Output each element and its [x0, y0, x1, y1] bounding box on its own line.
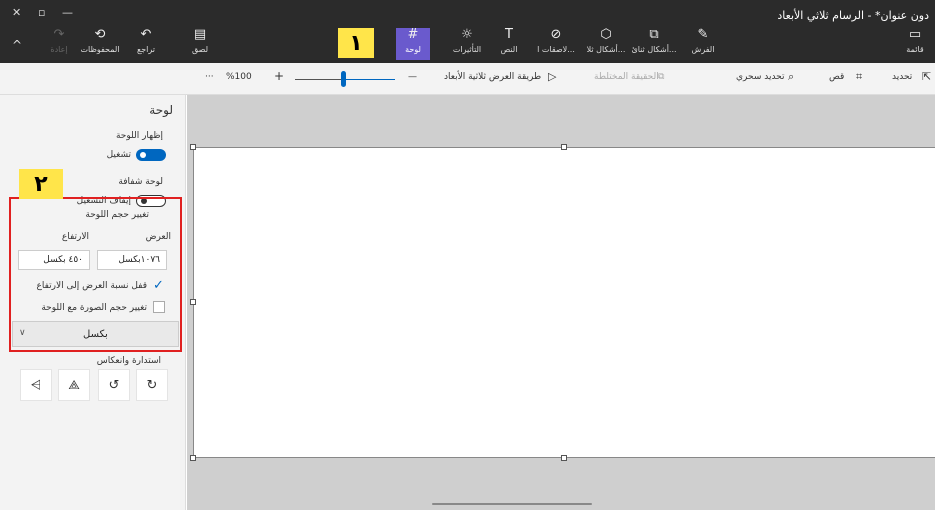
- paste-button[interactable]: ▤ لصق: [188, 28, 212, 60]
- annotation-badge-2: ٢: [19, 169, 63, 199]
- width-label: العرض: [145, 232, 171, 242]
- width-field[interactable]: ١٠٧٦بكسل: [97, 250, 167, 270]
- select-cursor-icon[interactable]: ⇱: [922, 70, 931, 83]
- rotate-left-icon: ↺: [108, 377, 120, 393]
- crop-icon[interactable]: ⌗: [856, 70, 862, 84]
- resize-title: تغيير حجم اللوحة: [85, 210, 149, 220]
- chevron-down-icon: ∨: [19, 328, 26, 338]
- canvas-handle-left[interactable]: [190, 299, 196, 305]
- flip-vertical-button[interactable]: ⟁: [58, 369, 90, 401]
- canvas-icon: #: [407, 27, 419, 42]
- workspace[interactable]: [187, 95, 935, 510]
- resize-image-checkbox[interactable]: [153, 301, 165, 313]
- view-3d-icon[interactable]: ▷: [548, 70, 556, 83]
- restore-icon[interactable]: ▫: [38, 6, 45, 19]
- history-button[interactable]: ⟲ المحفوظات: [80, 28, 120, 60]
- rotate-right-icon: ↻: [146, 377, 158, 393]
- unit-dropdown[interactable]: بكسل ∨: [12, 321, 179, 347]
- rotate-flip-title: استدارة وانعكاس: [96, 356, 161, 366]
- folder-icon: ▭: [908, 27, 922, 42]
- tab-2d-shapes[interactable]: ⧉ أشكال ثنائ...: [631, 27, 676, 60]
- flip-vertical-icon: ⟁: [68, 377, 80, 393]
- horizontal-scrollbar[interactable]: [432, 503, 592, 505]
- tab-stickers[interactable]: ⊘ لاصقات ا...: [534, 28, 578, 60]
- paste-icon: ▤: [193, 27, 207, 42]
- history-icon: ⟲: [94, 27, 106, 42]
- tab-text[interactable]: T النص: [496, 28, 522, 60]
- canvas-handle-top-left[interactable]: [190, 144, 196, 150]
- flip-horizontal-icon: ⩤: [30, 377, 42, 393]
- rotate-left-button[interactable]: ↺: [98, 369, 130, 401]
- canvas-handle-top[interactable]: [561, 144, 567, 150]
- close-icon[interactable]: ✕: [12, 6, 21, 19]
- sticker-icon: ⊘: [550, 27, 562, 42]
- rotate-right-button[interactable]: ↻: [136, 369, 168, 401]
- shapes-icon: ⧉: [649, 27, 659, 42]
- minimize-icon[interactable]: —: [62, 6, 73, 19]
- more-options-button[interactable]: ···: [205, 72, 214, 82]
- drawing-canvas[interactable]: [193, 147, 935, 458]
- tab-brushes[interactable]: ✎ الفرش: [688, 28, 718, 60]
- magic-select-label[interactable]: تحديد سحري: [736, 72, 785, 82]
- lock-aspect-checkbox[interactable]: ✓: [153, 278, 164, 293]
- window-title: دون عنوان* - الرسام ثلاثي الأبعاد: [777, 9, 929, 22]
- unit-dropdown-value: بكسل: [83, 329, 108, 340]
- zoom-out-button[interactable]: —: [408, 72, 417, 82]
- mixed-reality-label[interactable]: الحقيقة المختلطة: [594, 72, 659, 82]
- resize-image-label: تغيير حجم الصورة مع اللوحة: [41, 303, 147, 313]
- canvas-panel: لوحة إظهار اللوحة تشغيل لوحة شفافة إيقاف…: [0, 95, 186, 510]
- panel-title: لوحة: [149, 103, 173, 117]
- zoom-slider-thumb[interactable]: [341, 71, 346, 87]
- zoom-slider-fill: [343, 79, 395, 80]
- height-field[interactable]: ٤٥٠ بكسل: [18, 250, 90, 270]
- zoom-value[interactable]: %100: [226, 72, 252, 82]
- select-label[interactable]: تحديد: [892, 72, 912, 82]
- show-canvas-state: تشغيل: [106, 150, 131, 160]
- tab-effects[interactable]: ☼ التأثيرات: [450, 28, 484, 60]
- canvas-handle-bottom-left[interactable]: [190, 455, 196, 461]
- brush-icon: ✎: [697, 27, 709, 42]
- canvas-toolbar: ··· %100 + — طريقة العرض ثلاثية الأبعاد …: [0, 63, 935, 95]
- redo-button[interactable]: ↷ إعادة: [48, 28, 70, 60]
- canvas-handle-bottom[interactable]: [561, 455, 567, 461]
- lock-aspect-label: قفل نسبة العرض إلى الارتفاع: [36, 281, 147, 291]
- transparent-canvas-label: لوحة شفافة: [118, 177, 163, 187]
- height-label: الارتفاع: [61, 232, 89, 242]
- collapse-ribbon-icon[interactable]: ^: [12, 38, 22, 52]
- app-titlebar: ✕ ▫ — دون عنوان* - الرسام ثلاثي الأبعاد …: [0, 0, 935, 63]
- menu-button[interactable]: ▭ قائمة: [900, 28, 930, 60]
- effects-icon: ☼: [461, 27, 473, 42]
- redo-icon: ↷: [53, 27, 65, 42]
- undo-button[interactable]: ↶ تراجع: [132, 28, 160, 60]
- show-canvas-label: إظهار اللوحة: [115, 131, 163, 141]
- annotation-badge-1: ١: [338, 28, 374, 58]
- cube-icon: ⬡: [600, 27, 612, 42]
- undo-icon: ↶: [140, 27, 152, 42]
- tab-3d-shapes[interactable]: ⬡ أشكال ثلا...: [584, 28, 628, 60]
- mixed-reality-icon: ⧉: [658, 72, 665, 82]
- flip-horizontal-button[interactable]: ⩤: [20, 369, 52, 401]
- view-3d-label[interactable]: طريقة العرض ثلاثية الأبعاد: [444, 72, 541, 82]
- crop-label[interactable]: قص: [829, 72, 844, 82]
- text-icon: T: [505, 27, 513, 42]
- tab-canvas[interactable]: # لوحة: [396, 28, 430, 60]
- magic-select-icon[interactable]: ⌕: [788, 70, 794, 84]
- show-canvas-toggle[interactable]: [136, 149, 166, 161]
- zoom-in-button[interactable]: +: [274, 69, 284, 83]
